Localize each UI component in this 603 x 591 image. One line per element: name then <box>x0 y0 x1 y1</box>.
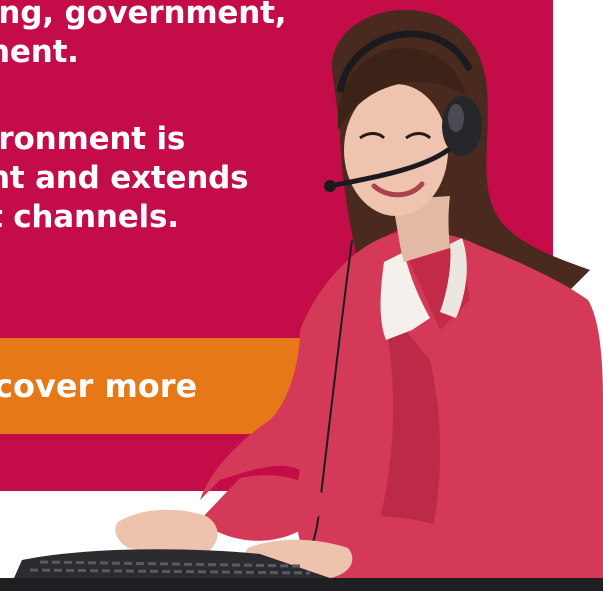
keyboard-keys <box>39 560 301 568</box>
discover-more-button[interactable]: cover more <box>0 338 330 434</box>
promo-copy-line-1: ing, government, <box>0 0 287 31</box>
left-hand <box>115 509 218 554</box>
promo-banner: ing, government, nent. ironment is nt an… <box>0 0 603 591</box>
bottom-edge <box>0 578 603 591</box>
right-hand <box>243 539 353 578</box>
promo-copy-line-3: ironment is <box>0 121 186 157</box>
keyboard-shape <box>14 549 330 578</box>
right-sleeve <box>330 516 470 578</box>
keyboard-keys-2 <box>29 568 311 575</box>
promo-copy-line-2: nent. <box>0 34 79 70</box>
discover-more-label: cover more <box>0 367 198 405</box>
promo-copy: ing, government, nent. ironment is nt an… <box>0 0 348 237</box>
promo-copy-line-5: t channels. <box>0 199 179 235</box>
promo-copy-line-4: nt and extends <box>0 160 249 196</box>
